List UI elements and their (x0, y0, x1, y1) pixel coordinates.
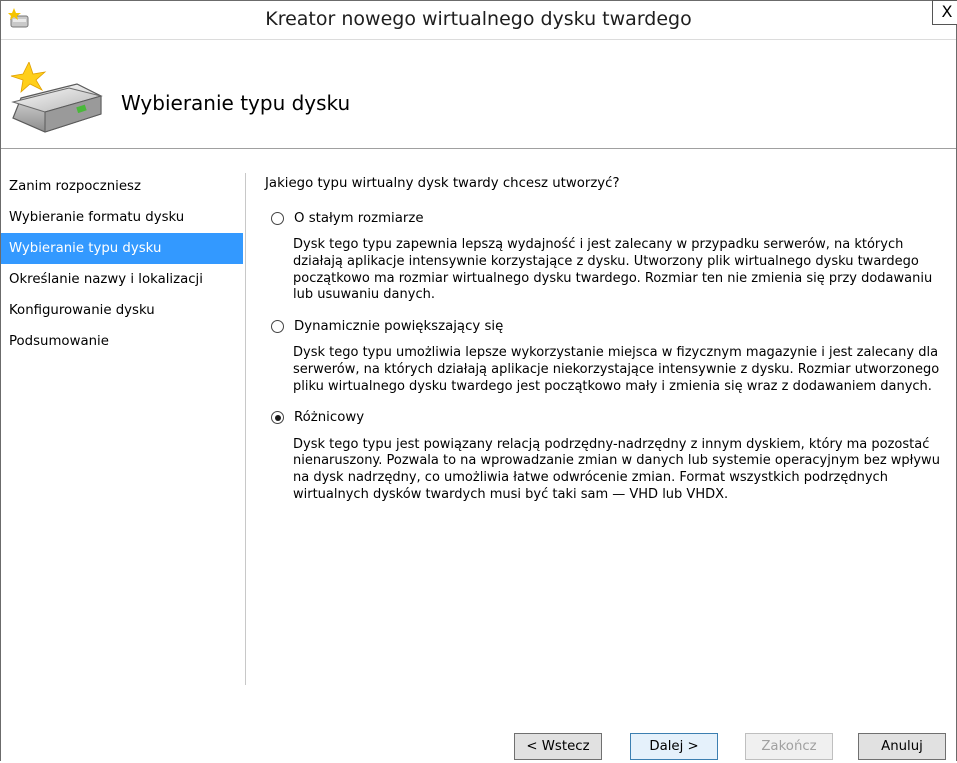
title-bar: Kreator nowego wirtualnego dysku twardeg… (1, 0, 957, 40)
wizard-steps-nav: Zanim rozpoczniesz Wybieranie formatu dy… (1, 171, 243, 357)
next-button[interactable]: Dalej > (630, 733, 718, 760)
close-icon: X (941, 2, 953, 21)
option-differencing-description: Dysk tego typu jest powiązany relacją po… (293, 436, 940, 502)
radio-fixed-size[interactable] (271, 211, 284, 225)
button-bar: < Wstecz Dalej > Zakończ Anuluj (1, 701, 956, 763)
nav-divider (245, 173, 246, 685)
close-button[interactable]: X (932, 0, 957, 25)
nav-step-before-you-begin[interactable]: Zanim rozpoczniesz (1, 171, 243, 202)
option-differencing[interactable]: Różnicowy (271, 408, 945, 428)
cancel-button[interactable]: Anuluj (858, 733, 946, 760)
option-fixed-size[interactable]: O stałym rozmiarze (271, 208, 945, 228)
page-title: Wybieranie typu dysku (121, 91, 351, 115)
radio-dynamically-expanding[interactable] (271, 319, 284, 333)
window-title: Kreator nowego wirtualnego dysku twardeg… (265, 8, 692, 30)
nav-step-choose-format[interactable]: Wybieranie formatu dysku (1, 202, 243, 233)
question-label: Jakiego typu wirtualny dysk twardy chces… (265, 176, 620, 191)
option-differencing-label[interactable]: Różnicowy (294, 410, 364, 425)
option-dynamically-expanding[interactable]: Dynamicznie powiększający się (271, 316, 945, 336)
option-dynamically-expanding-label[interactable]: Dynamicznie powiększający się (294, 319, 503, 334)
nav-step-choose-type[interactable]: Wybieranie typu dysku (1, 233, 243, 264)
wizard-header: Wybieranie typu dysku (1, 40, 956, 149)
nav-step-summary[interactable]: Podsumowanie (1, 326, 243, 357)
wizard-content: Zanim rozpoczniesz Wybieranie formatu dy… (1, 149, 956, 689)
finish-button[interactable]: Zakończ (745, 733, 833, 760)
disk-type-panel: Jakiego typu wirtualny dysk twardy chces… (265, 176, 945, 516)
back-button[interactable]: < Wstecz (514, 733, 602, 760)
option-fixed-size-label[interactable]: O stałym rozmiarze (294, 211, 424, 226)
option-dynamically-expanding-description: Dysk tego typu umożliwia lepsze wykorzys… (293, 345, 940, 394)
nav-step-name-location[interactable]: Określanie nazwy i lokalizacji (1, 264, 243, 295)
new-disk-icon (10, 62, 103, 133)
radio-differencing[interactable] (271, 411, 284, 425)
option-fixed-size-description: Dysk tego typu zapewnia lepszą wydajność… (293, 237, 933, 303)
nav-step-configure-disk[interactable]: Konfigurowanie dysku (1, 295, 243, 326)
wizard-window: Kreator nowego wirtualnego dysku twardeg… (0, 0, 957, 761)
